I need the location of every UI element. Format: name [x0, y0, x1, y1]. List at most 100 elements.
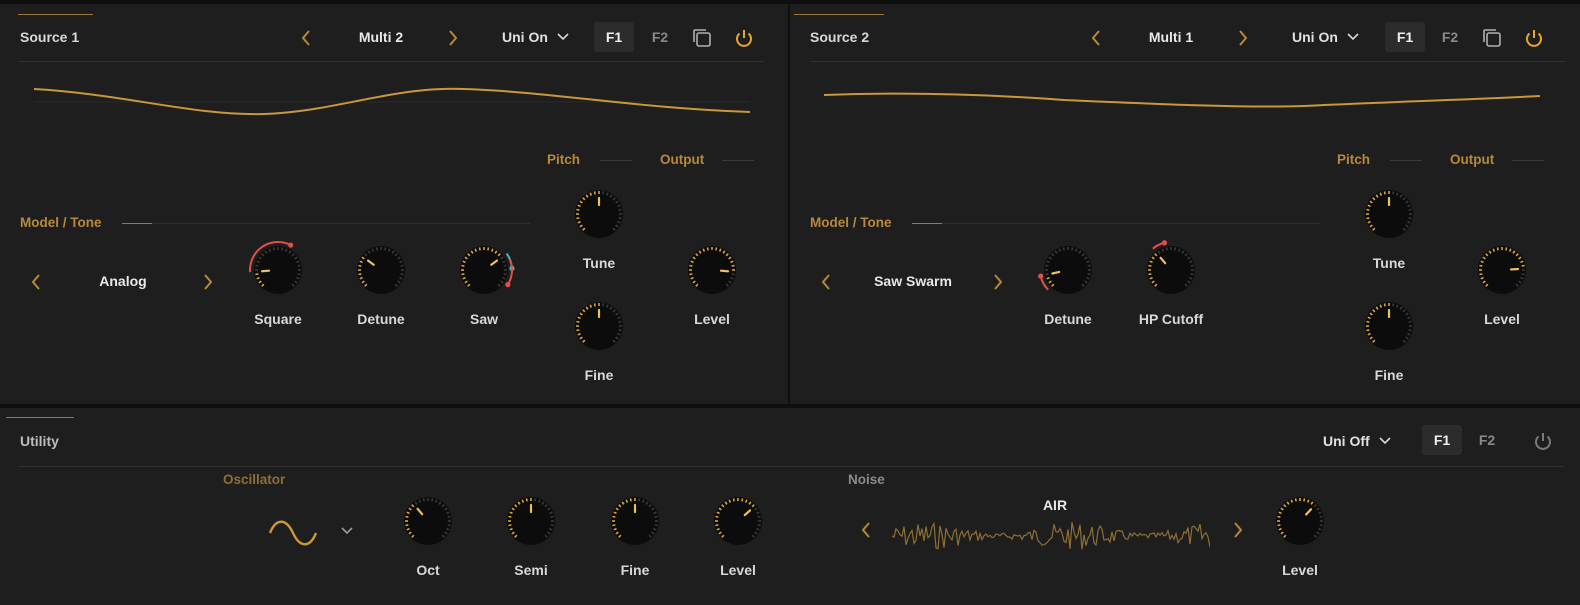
- chevron-right-icon: [204, 274, 213, 290]
- unison-value: Uni Off: [1323, 433, 1370, 449]
- header-accent: [18, 14, 93, 15]
- waveform-display: [34, 87, 750, 116]
- chevron-down-icon: [1378, 437, 1391, 445]
- model-section-label: Model / Tone: [20, 215, 102, 230]
- preset-next-button[interactable]: [447, 28, 459, 48]
- noise-prev-button[interactable]: [860, 520, 872, 540]
- header-separator: [18, 466, 1564, 467]
- preset-name[interactable]: Multi 2: [336, 29, 426, 45]
- saw-knob[interactable]: [452, 238, 516, 302]
- square-knob[interactable]: [246, 238, 310, 302]
- noise-next-button[interactable]: [1232, 520, 1244, 540]
- chevron-down-icon: [557, 33, 569, 41]
- tune-knob[interactable]: [1357, 182, 1421, 246]
- osc-level-label: Level: [720, 562, 756, 578]
- filter-2-button[interactable]: F2: [1467, 425, 1507, 455]
- filter-1-button[interactable]: F1: [1385, 22, 1425, 52]
- level-knob[interactable]: [1470, 238, 1534, 302]
- model-line: [122, 223, 530, 224]
- chevron-left-icon: [1091, 30, 1100, 46]
- tune-label: Tune: [582, 255, 616, 271]
- hp-cutoff-label: HP Cutoff: [1138, 311, 1204, 327]
- chevron-left-icon: [31, 274, 40, 290]
- unison-dropdown[interactable]: Uni On: [502, 29, 570, 45]
- output-line: [1512, 160, 1544, 161]
- chevron-left-icon: [861, 522, 870, 538]
- pitch-line: [600, 160, 632, 161]
- filter-1-button[interactable]: F1: [1422, 425, 1462, 455]
- noise-section-label: Noise: [848, 472, 885, 487]
- source-2-panel: Source 2 Multi 1 Uni On F1 F2 Pitch Outp…: [790, 4, 1580, 404]
- model-prev-button[interactable]: [30, 272, 42, 292]
- model-next-button[interactable]: [202, 272, 214, 292]
- chevron-right-icon: [1239, 30, 1248, 46]
- detune-knob[interactable]: [349, 238, 413, 302]
- chevron-left-icon: [301, 30, 310, 46]
- power-icon[interactable]: [733, 27, 755, 49]
- model-section-label: Model / Tone: [810, 215, 892, 230]
- fine-knob[interactable]: [567, 294, 631, 358]
- oct-label: Oct: [416, 562, 440, 578]
- pitch-line: [1390, 160, 1422, 161]
- tune-knob[interactable]: [567, 182, 631, 246]
- model-line-accent: [122, 223, 152, 224]
- model-prev-button[interactable]: [820, 272, 832, 292]
- output-section-label: Output: [660, 152, 705, 167]
- source-title: Source 1: [20, 29, 80, 45]
- copy-icon[interactable]: [1481, 27, 1503, 49]
- filter-2-button[interactable]: F2: [1430, 22, 1470, 52]
- oscillator-section-label: Oscillator: [223, 472, 286, 487]
- level-label: Level: [694, 311, 730, 327]
- model-next-button[interactable]: [992, 272, 1004, 292]
- pitch-section-label: Pitch: [1337, 152, 1371, 167]
- chevron-down-icon[interactable]: [340, 526, 354, 536]
- level-label: Level: [1484, 311, 1520, 327]
- tune-label: Tune: [1372, 255, 1406, 271]
- chevron-right-icon: [994, 274, 1003, 290]
- osc-level-knob[interactable]: [706, 489, 770, 553]
- fine-label: Fine: [1374, 367, 1404, 383]
- detune-label: Detune: [357, 311, 405, 327]
- fine-label: Fine: [584, 367, 614, 383]
- model-line-accent: [912, 223, 942, 224]
- chevron-right-icon: [449, 30, 458, 46]
- unison-dropdown[interactable]: Uni Off: [1323, 433, 1392, 449]
- filter-2-button[interactable]: F2: [640, 22, 680, 52]
- sine-wave-icon[interactable]: [268, 518, 318, 548]
- copy-icon[interactable]: [691, 27, 713, 49]
- waveform-display: [824, 92, 1540, 108]
- oct-knob[interactable]: [396, 489, 460, 553]
- unison-value: Uni On: [1292, 29, 1338, 45]
- noise-type-name: AIR: [1042, 497, 1068, 513]
- noise-waveform-icon: [892, 521, 1210, 550]
- utility-panel: Utility Uni Off F1 F2 Oscillator Noise O…: [0, 408, 1580, 605]
- unison-value: Uni On: [502, 29, 548, 45]
- level-knob[interactable]: [680, 238, 744, 302]
- noise-level-knob[interactable]: [1268, 489, 1332, 553]
- detune-knob[interactable]: [1036, 238, 1100, 302]
- fine-knob[interactable]: [1357, 294, 1421, 358]
- noise-level-label: Level: [1282, 562, 1318, 578]
- semi-knob[interactable]: [499, 489, 563, 553]
- source-title: Source 2: [810, 29, 870, 45]
- chevron-left-icon: [821, 274, 830, 290]
- filter-1-button[interactable]: F1: [594, 22, 634, 52]
- hp-cutoff-knob[interactable]: [1139, 238, 1203, 302]
- header-accent: [794, 14, 884, 15]
- power-icon[interactable]: [1523, 27, 1545, 49]
- power-icon[interactable]: [1532, 430, 1554, 452]
- semi-label: Semi: [514, 562, 548, 578]
- model-line: [912, 223, 1320, 224]
- model-name: Saw Swarm: [874, 273, 952, 289]
- preset-next-button[interactable]: [1237, 28, 1249, 48]
- preset-name[interactable]: Multi 1: [1126, 29, 1216, 45]
- model-name: Analog: [99, 273, 147, 289]
- preset-prev-button[interactable]: [1090, 28, 1102, 48]
- preset-prev-button[interactable]: [300, 28, 312, 48]
- utility-title: Utility: [20, 433, 59, 449]
- chevron-down-icon: [1347, 33, 1359, 41]
- osc-fine-knob[interactable]: [603, 489, 667, 553]
- unison-dropdown[interactable]: Uni On: [1292, 29, 1360, 45]
- source-1-panel: Source 1 Multi 2 Uni On F1 F2 Pitch Outp…: [0, 4, 788, 404]
- chevron-right-icon: [1234, 522, 1243, 538]
